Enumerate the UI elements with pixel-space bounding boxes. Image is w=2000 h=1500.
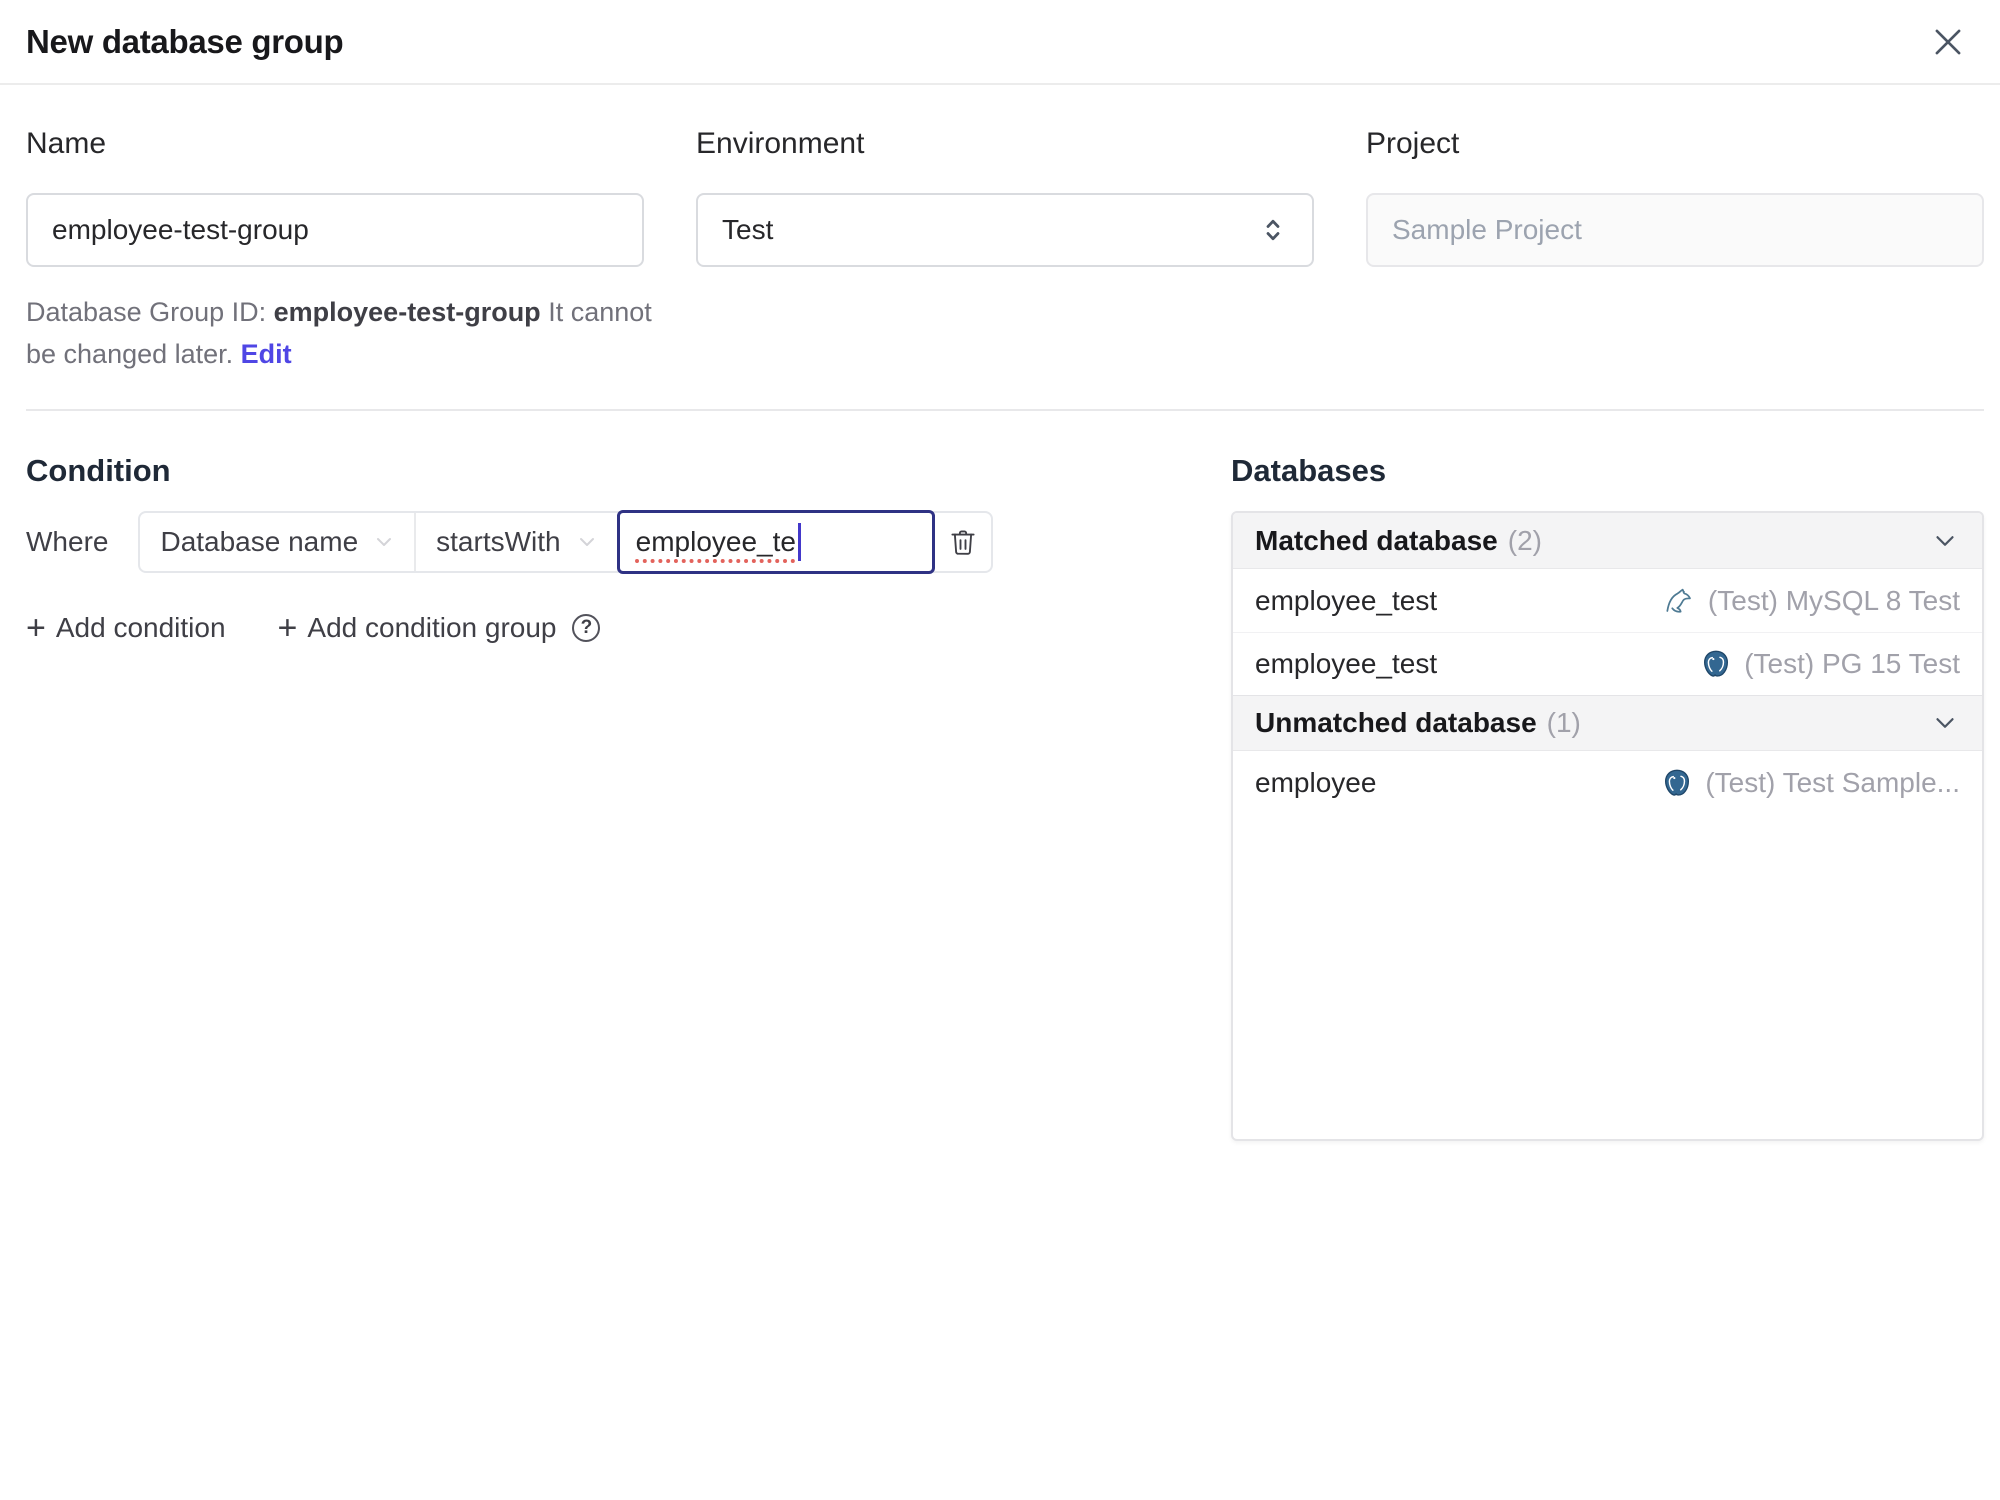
trash-icon <box>951 530 975 555</box>
add-condition-group-button[interactable]: + Add condition group <box>278 611 557 645</box>
environment-select[interactable]: Test <box>696 193 1314 267</box>
condition-field-value: Database name <box>160 526 359 557</box>
name-field-group: Name <box>26 127 644 267</box>
condition-field-select[interactable]: Database name <box>140 513 414 571</box>
database-instance-label: (Test) Test Sample... <box>1705 766 1960 798</box>
condition-row: Where Database name startsWith employee_… <box>26 510 1231 574</box>
group-id-hint: Database Group ID: employee-test-group I… <box>26 291 676 375</box>
close-icon <box>1935 29 1961 54</box>
database-instance: (Test) PG 15 Test <box>1700 648 1960 680</box>
database-row[interactable]: employee (Test) Test Sample... <box>1233 751 1982 814</box>
chevron-down-icon <box>1936 718 1954 728</box>
environment-field-group: Environment Test <box>696 127 1314 267</box>
matched-database-count: (2) <box>1507 524 1542 556</box>
database-instance: (Test) Test Sample... <box>1661 767 1960 799</box>
group-form: Name Environment Test Project Sample Pro… <box>26 127 1984 267</box>
chevron-down-icon <box>579 538 594 546</box>
environment-selected-value: Test <box>722 214 774 245</box>
name-input[interactable] <box>26 193 644 267</box>
add-condition-group-label: Add condition group <box>307 612 557 643</box>
dialog-header: New database group <box>0 0 2000 85</box>
condition-operator-value: startsWith <box>436 526 561 557</box>
project-label: Project <box>1366 127 1460 160</box>
help-icon[interactable]: ? <box>572 614 601 642</box>
database-name: employee <box>1255 766 1377 798</box>
add-condition-label: Add condition <box>55 612 226 643</box>
group-id-hint-prefix: Database Group ID: <box>26 297 274 327</box>
dialog-title: New database group <box>26 22 344 60</box>
databases-section: Databases Matched database (2) employee_… <box>1231 411 1984 1141</box>
postgres-icon <box>1665 769 1690 796</box>
project-field-group: Project Sample Project <box>1366 127 1984 267</box>
condition-value-input[interactable]: employee_te <box>616 510 935 574</box>
project-select: Sample Project <box>1366 193 1984 267</box>
database-instance-label: (Test) PG 15 Test <box>1744 648 1960 679</box>
condition-value-text: employee_te <box>635 526 796 557</box>
new-database-group-dialog: New database group Name Environment Test <box>0 0 2000 1141</box>
add-condition-button[interactable]: + Add condition <box>26 611 226 645</box>
project-selected-value: Sample Project <box>1392 214 1582 245</box>
postgres-icon <box>1704 650 1729 677</box>
text-caret <box>797 523 801 561</box>
database-instance-label: (Test) MySQL 8 Test <box>1707 584 1960 616</box>
chevron-down-icon <box>1936 535 1954 546</box>
matched-database-title: Matched database <box>1255 524 1498 556</box>
condition-operator-select[interactable]: startsWith <box>414 513 616 571</box>
database-row[interactable]: employee_test (Test) PG 15 Test <box>1233 632 1982 695</box>
database-name: employee_test <box>1255 648 1438 679</box>
delete-condition-button[interactable] <box>935 513 991 571</box>
matched-database-header[interactable]: Matched database (2) <box>1233 513 1982 569</box>
unmatched-database-header[interactable]: Unmatched database (1) <box>1233 695 1982 751</box>
databases-panel: Matched database (2) employee_test (Test… <box>1231 511 1984 1141</box>
chevron-down-icon <box>377 538 392 546</box>
panel-empty-space <box>1233 814 1982 1139</box>
condition-section: Condition Where Database name startsWith <box>26 411 1231 645</box>
condition-heading: Condition <box>26 453 171 488</box>
unmatched-database-title: Unmatched database <box>1255 707 1537 738</box>
database-row[interactable]: employee_test (Test) MySQL 8 Test <box>1233 569 1982 632</box>
unmatched-database-count: (1) <box>1546 707 1581 738</box>
close-button[interactable] <box>1926 20 1970 64</box>
database-instance: (Test) MySQL 8 Test <box>1664 585 1960 617</box>
name-label: Name <box>26 127 107 160</box>
edit-group-id-link[interactable]: Edit <box>241 339 292 369</box>
condition-expression-group: Database name startsWith employee_te <box>138 510 993 574</box>
environment-label: Environment <box>696 127 865 160</box>
condition-actions: + Add condition + Add condition group ? <box>26 611 1231 645</box>
group-id-value: employee-test-group <box>273 297 541 327</box>
mysql-icon <box>1666 588 1691 613</box>
plus-icon: + <box>277 609 298 647</box>
where-label: Where <box>26 526 109 557</box>
plus-icon: + <box>26 609 46 647</box>
database-name: employee_test <box>1255 584 1438 616</box>
updown-chevron-icon <box>1266 219 1280 241</box>
databases-heading: Databases <box>1231 453 1387 488</box>
